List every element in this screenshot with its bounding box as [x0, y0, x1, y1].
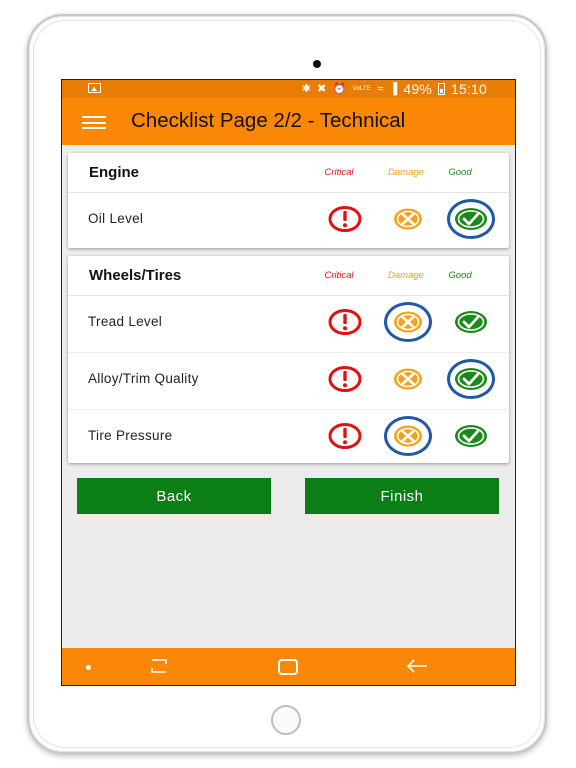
- damage-column-label: Damage: [388, 167, 424, 178]
- checklist-row: Tread Level: [68, 296, 509, 353]
- cross-icon: [394, 368, 422, 390]
- damage-rating-button[interactable]: [384, 199, 432, 239]
- engine-card: Engine Critical Damage Good Oil Level: [68, 153, 509, 248]
- battery-percent: 49%: [403, 81, 432, 97]
- good-rating-button[interactable]: [447, 199, 495, 239]
- checkmark-icon: [455, 311, 487, 333]
- checklist-row: Alloy/Trim Quality: [68, 353, 509, 410]
- good-rating-button[interactable]: [447, 302, 495, 342]
- row-label: Oil Level: [88, 211, 144, 226]
- section-title: Wheels/Tires: [89, 267, 182, 284]
- row-label: Tire Pressure: [88, 428, 173, 443]
- battery-icon: [437, 83, 445, 95]
- critical-rating-button[interactable]: [321, 416, 369, 456]
- gallery-notification-icon: [88, 83, 101, 93]
- checkmark-icon: [455, 425, 487, 447]
- signal-icon: ▐: [389, 83, 398, 95]
- status-bar: ✱ ✖ ⏰ VoLTE ≈ ▐ 49% 15:10: [62, 80, 515, 98]
- damage-rating-button[interactable]: [384, 359, 432, 399]
- wheels-tires-header: Wheels/Tires Critical Damage Good: [68, 256, 509, 296]
- status-time: 15:10: [450, 81, 487, 97]
- page-title: Checklist Page 2/2 - Technical: [131, 109, 406, 132]
- cross-icon: [394, 311, 422, 333]
- volte-icon: VoLTE: [352, 86, 372, 92]
- checkmark-icon: [455, 208, 487, 230]
- alarm-icon: ⏰: [332, 83, 347, 95]
- cross-icon: [394, 208, 422, 230]
- mute-icon: ✖: [317, 83, 327, 95]
- tablet-home-button[interactable]: [271, 705, 301, 735]
- row-label: Alloy/Trim Quality: [88, 371, 199, 386]
- critical-column-label: Critical: [324, 167, 354, 178]
- damage-rating-button[interactable]: [384, 416, 432, 456]
- critical-rating-button[interactable]: [321, 302, 369, 342]
- cross-icon: [394, 425, 422, 447]
- exclamation-icon: [328, 423, 362, 449]
- wifi-icon: ≈: [377, 83, 384, 95]
- critical-rating-button[interactable]: [321, 199, 369, 239]
- android-nav-bar: [62, 648, 515, 685]
- good-column-label: Good: [448, 167, 472, 178]
- checkmark-icon: [455, 368, 487, 390]
- app-bar: Checklist Page 2/2 - Technical: [62, 98, 515, 145]
- nav-dot-icon: [86, 665, 91, 670]
- bluetooth-icon: ✱: [301, 83, 312, 95]
- back-arrow-icon[interactable]: [405, 657, 429, 675]
- wheels-tires-card: Wheels/Tires Critical Damage Good Tread …: [68, 256, 509, 463]
- hamburger-menu-icon[interactable]: [82, 116, 106, 129]
- front-camera: [313, 60, 321, 68]
- checklist-row: Tire Pressure: [68, 410, 509, 466]
- status-icons: ✱ ✖ ⏰ VoLTE ≈ ▐ 49% 15:10: [302, 81, 487, 97]
- engine-header: Engine Critical Damage Good: [68, 153, 509, 193]
- device-screen: ✱ ✖ ⏰ VoLTE ≈ ▐ 49% 15:10 Checklist Page…: [61, 79, 516, 686]
- section-title: Engine: [89, 164, 140, 181]
- critical-column-label: Critical: [324, 270, 354, 281]
- finish-button[interactable]: Finish: [305, 478, 499, 514]
- row-label: Tread Level: [88, 314, 163, 329]
- exclamation-icon: [328, 309, 362, 335]
- recent-apps-icon[interactable]: [148, 657, 170, 675]
- good-rating-button[interactable]: [447, 359, 495, 399]
- damage-column-label: Damage: [388, 270, 424, 281]
- home-icon[interactable]: [278, 659, 298, 675]
- exclamation-icon: [328, 366, 362, 392]
- exclamation-icon: [328, 206, 362, 232]
- good-column-label: Good: [448, 270, 472, 281]
- critical-rating-button[interactable]: [321, 359, 369, 399]
- good-rating-button[interactable]: [447, 416, 495, 456]
- damage-rating-button[interactable]: [384, 302, 432, 342]
- back-button[interactable]: Back: [77, 478, 271, 514]
- checklist-row: Oil Level: [68, 193, 509, 249]
